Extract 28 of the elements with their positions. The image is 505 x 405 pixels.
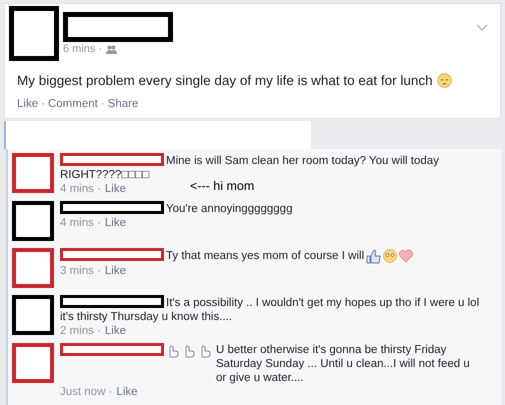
- comment-input-field[interactable]: [4, 121, 311, 149]
- post-text: My biggest problem every single day of my life is what to eat for lunch: [17, 73, 433, 88]
- like-link[interactable]: Like: [104, 324, 126, 338]
- like-link[interactable]: Like: [104, 264, 126, 278]
- action-link[interactable]: Comment: [48, 98, 98, 110]
- like-link[interactable]: Like: [116, 385, 138, 399]
- like-link[interactable]: Like: [104, 182, 126, 196]
- comment-text: U better otherwise it's gonna be thirsty Friday Saturday Sunday ... Until u clean...I will not feed u or give u water....: [216, 343, 471, 385]
- timestamp: 6 mins ·: [63, 43, 102, 55]
- action-link[interactable]: Share: [108, 98, 138, 110]
- comment-text: You're annoyingggggggg: [166, 203, 292, 215]
- timestamp: 4 mins ·: [60, 216, 101, 230]
- comment-text: It's a possibility .. I wouldn't get my hopes up tho if I were u lol it's thirsty Thursday u know this....: [60, 297, 480, 323]
- timestamp: Just now ·: [60, 385, 112, 399]
- like-link[interactable]: Like: [104, 216, 126, 230]
- action-link[interactable]: Like: [17, 98, 38, 110]
- timestamp: 2 mins ·: [60, 324, 101, 338]
- timestamp: 3 mins ·: [60, 264, 101, 278]
- timestamp: 4 mins ·: [60, 182, 101, 196]
- separator-dot: ·: [41, 98, 45, 110]
- comment-text: Ty that means yes mom of course I will: [166, 250, 364, 262]
- emoji-icons-drawing: [366, 248, 414, 264]
- annotation-text: <--- hi mom: [190, 179, 254, 193]
- comment-text: Mine is will Sam clean her room today? You will today RIGHT????□□□□: [60, 155, 439, 181]
- separator-dot: ·: [100, 98, 105, 110]
- people-icon: [106, 44, 118, 54]
- emoji-face-icon: [436, 73, 452, 88]
- chevron-down-icon[interactable]: [476, 24, 488, 32]
